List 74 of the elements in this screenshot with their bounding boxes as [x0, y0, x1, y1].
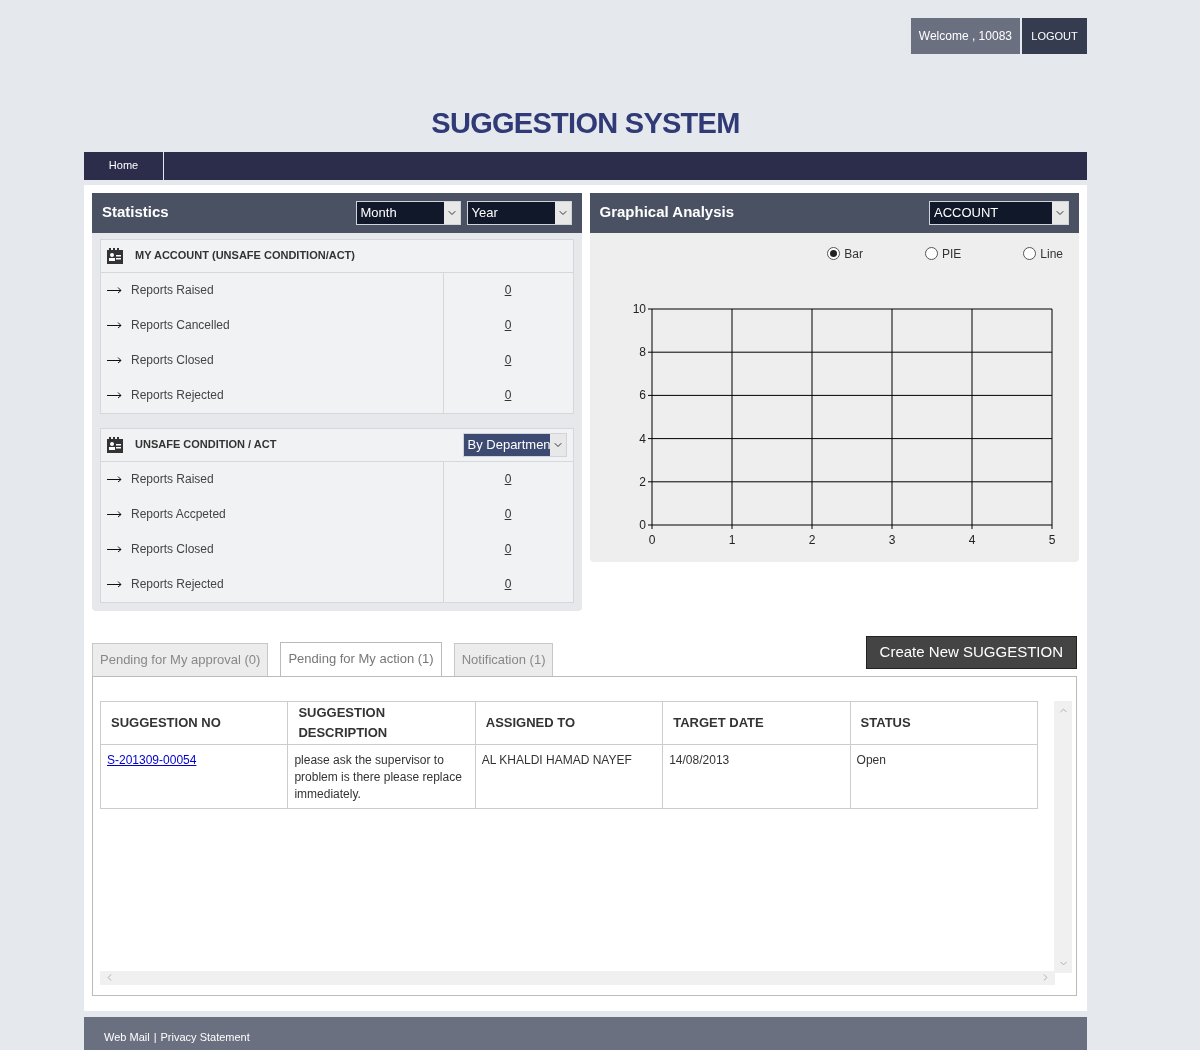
table-cell: please ask the supervisor to problem is there please replace immediately. — [287, 744, 476, 808]
stat-label: Reports Rejected — [131, 387, 224, 404]
logout-button[interactable]: LOGOUT — [1022, 18, 1087, 54]
separator: | — [153, 1030, 157, 1046]
arrow-right-icon — [107, 580, 123, 588]
column-header: SUGGESTION DESCRIPTION — [287, 701, 476, 744]
footer-link[interactable]: Web Mail — [104, 1029, 150, 1046]
vertical-scrollbar[interactable] — [1054, 700, 1072, 973]
period-select[interactable]: Month — [355, 200, 461, 225]
axis-tick-label: 8 — [638, 344, 646, 359]
count-link[interactable]: 0 — [504, 280, 512, 299]
stat-label: Reports Rejected — [131, 576, 224, 593]
table-cell: AL KHALDI HAMAD NAYEF — [475, 744, 663, 808]
tab[interactable]: Pending for My action (1) — [280, 641, 442, 676]
axis-tick-label: 2 — [808, 532, 815, 547]
axis-tick-label: 2 — [638, 474, 646, 489]
chevron-down-icon — [1052, 201, 1068, 224]
axis-tick-label: 3 — [888, 532, 895, 547]
arrow-right-icon — [107, 391, 123, 399]
panel-title: Statistics — [102, 202, 170, 223]
count-link[interactable]: 0 — [504, 504, 512, 523]
axis-tick-label: 4 — [638, 431, 646, 446]
create-suggestion-button[interactable]: Create New SUGGESTION — [865, 635, 1077, 669]
stat-label: Reports Raised — [131, 282, 214, 299]
axis-tick-label: 4 — [968, 532, 975, 547]
account-select[interactable]: ACCOUNT — [929, 200, 1069, 225]
table-cell: 14/08/2013 — [662, 744, 851, 808]
stat-label: Reports Accpeted — [131, 506, 226, 523]
nav-link[interactable]: Home — [84, 151, 164, 180]
period-select[interactable]: Year — [466, 200, 572, 225]
chevron-down-icon — [554, 201, 571, 224]
contact-card-icon — [107, 436, 123, 453]
department-select[interactable]: By Departmen — [462, 432, 567, 457]
stat-label: Reports Closed — [131, 541, 214, 558]
arrow-right-icon — [107, 321, 123, 329]
count-link[interactable]: 0 — [504, 539, 512, 558]
axis-tick-label: 1 — [728, 532, 735, 547]
stat-label: Reports Cancelled — [131, 317, 230, 334]
axis-tick-label: 0 — [638, 517, 646, 532]
arrow-right-icon — [107, 475, 123, 483]
axis-tick-label: 5 — [1048, 532, 1055, 547]
arrow-right-icon — [107, 545, 123, 553]
count-link[interactable]: 0 — [504, 469, 512, 488]
column-header: TARGET DATE — [662, 701, 851, 744]
chart-type-radio[interactable]: Line — [1023, 244, 1063, 263]
stat-label: Reports Raised — [131, 471, 214, 488]
count-link[interactable]: 0 — [504, 385, 512, 404]
arrow-right-icon — [107, 510, 123, 518]
chart-type-radio[interactable]: PIE — [924, 244, 962, 263]
column-header: STATUS — [850, 701, 1038, 744]
count-link[interactable]: 0 — [504, 350, 512, 369]
count-link[interactable]: 0 — [504, 574, 512, 593]
column-header: ASSIGNED TO — [475, 701, 663, 744]
axis-tick-label: 6 — [638, 387, 646, 402]
arrow-right-icon — [107, 286, 123, 294]
stat-label: Reports Closed — [131, 352, 214, 369]
welcome-label: Welcome , 10083 — [910, 18, 1020, 54]
contact-card-icon — [107, 247, 123, 264]
chart-type-radio[interactable]: Bar — [827, 244, 863, 263]
section-title: UNSAFE CONDITION / ACT — [135, 437, 278, 453]
footer-link[interactable]: Privacy Statement — [160, 1029, 250, 1046]
table-cell: Open — [850, 744, 1038, 808]
arrow-right-icon — [107, 356, 123, 364]
chevron-down-icon — [443, 201, 460, 224]
axis-tick-label: 10 — [632, 301, 646, 316]
column-header: SUGGESTION NO — [100, 701, 288, 744]
axis-tick-label: 0 — [648, 532, 655, 547]
page-title: SUGGESTION SYSTEM — [431, 106, 740, 141]
horizontal-scrollbar[interactable] — [100, 970, 1055, 985]
count-link[interactable]: 0 — [504, 315, 512, 334]
panel-title: Graphical Analysis — [599, 202, 735, 223]
section-title: MY ACCOUNT (UNSAFE CONDITION/ACT) — [135, 248, 356, 264]
suggestion-link[interactable]: S-201309-00054 — [107, 752, 197, 767]
chevron-down-icon — [549, 433, 566, 456]
